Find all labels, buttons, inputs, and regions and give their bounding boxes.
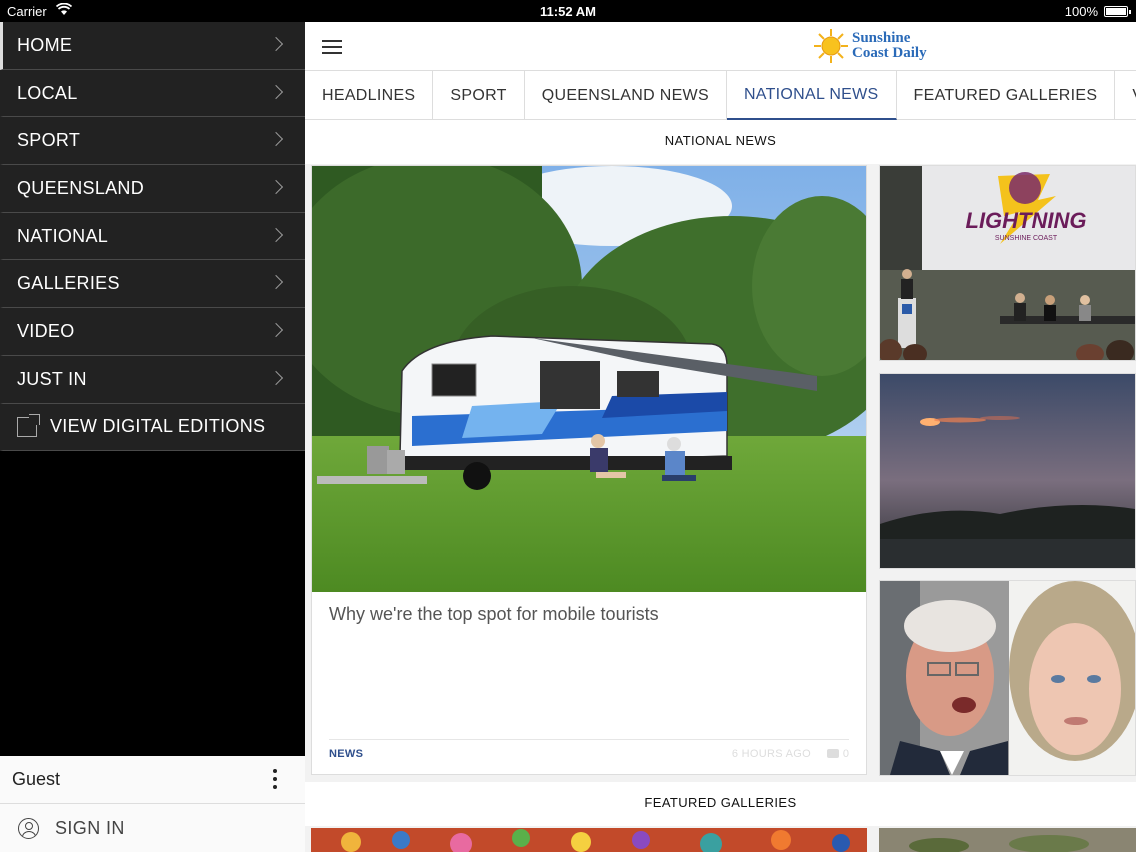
sidebar-item-sport[interactable]: SPORT	[0, 117, 305, 166]
chevron-right-icon	[268, 36, 284, 52]
article-tile[interactable]	[879, 580, 1136, 776]
featured-galleries-title: FEATURED GALLERIES	[305, 782, 1136, 826]
sidebar-item-local[interactable]: LOCAL	[0, 69, 305, 118]
sidebar-item-label: QUEENSLAND	[17, 177, 145, 198]
gallery-photo	[879, 828, 1136, 852]
clock: 11:52 AM	[540, 4, 596, 19]
sidebar-item-digital-editions[interactable]: VIEW DIGITAL EDITIONS	[0, 403, 305, 452]
sidebar-item-home[interactable]: HOME	[0, 22, 305, 70]
sidebar-item-video[interactable]: VIDEO	[0, 308, 305, 356]
comment-count: 0	[842, 748, 849, 760]
sign-in-button[interactable]: SIGN IN	[0, 804, 305, 852]
comment-icon	[827, 749, 839, 758]
logo-line-2: Coast Daily	[852, 45, 927, 61]
hero-headline[interactable]: Why we're the top spot for mobile touris…	[329, 604, 849, 625]
main-content: Sunshine Coast Daily HEADLINES SPORT QUE…	[305, 22, 1136, 852]
tab-headlines[interactable]: HEADLINES	[305, 71, 434, 120]
status-bar: Carrier 11:52 AM 100%	[0, 0, 1136, 22]
external-link-icon	[17, 413, 40, 437]
sidebar-item-label: LOCAL	[17, 82, 78, 103]
article-tile[interactable]: LIGHTNING SUNSHINE COAST	[879, 165, 1136, 361]
article-tile[interactable]	[879, 373, 1136, 569]
gallery-photo	[311, 828, 867, 852]
sidebar-item-label: VIEW DIGITAL EDITIONS	[50, 416, 266, 437]
chevron-right-icon	[268, 179, 284, 195]
sidebar-item-label: JUST IN	[17, 368, 87, 389]
sidebar-item-label: NATIONAL	[17, 225, 109, 246]
tab-sport[interactable]: SPORT	[433, 71, 525, 120]
hero-meta: NEWS 6 HOURS AGO 0	[329, 739, 849, 769]
section-title: NATIONAL NEWS	[305, 120, 1136, 164]
tab-bar: HEADLINES SPORT QUEENSLAND NEWS NATIONAL…	[305, 71, 1136, 120]
app-logo[interactable]: Sunshine Coast Daily	[812, 24, 927, 68]
sidebar: HOME LOCAL SPORT QUEENSLAND NATIONAL GAL…	[0, 22, 305, 852]
sidebar-item-national[interactable]: NATIONAL	[0, 212, 305, 261]
battery-percent: 100%	[1064, 4, 1098, 19]
politicians-photo	[880, 581, 1135, 775]
lightning-sub-text: SUNSHINE COAST	[995, 235, 1058, 242]
tab-queensland-news[interactable]: QUEENSLAND NEWS	[525, 71, 727, 120]
sidebar-item-queensland[interactable]: QUEENSLAND	[0, 165, 305, 213]
meteor-photo	[880, 374, 1135, 568]
sidebar-item-label: SPORT	[17, 130, 81, 151]
logo-line-1: Sunshine	[852, 30, 911, 46]
tab-featured-galleries[interactable]: FEATURED GALLERIES	[897, 71, 1116, 120]
chevron-right-icon	[268, 275, 284, 290]
chevron-right-icon	[268, 370, 284, 385]
sun-icon	[814, 29, 848, 63]
guest-row: Guest	[0, 756, 305, 804]
tab-national-news[interactable]: NATIONAL NEWS	[726, 71, 897, 120]
user-icon	[18, 817, 39, 839]
more-options-icon[interactable]	[273, 769, 277, 789]
sign-in-label: SIGN IN	[55, 817, 125, 838]
chevron-right-icon	[268, 323, 284, 338]
menu-icon[interactable]	[322, 40, 342, 54]
chevron-right-icon	[268, 227, 284, 242]
user-name: Guest	[12, 769, 61, 789]
tab-video[interactable]: VIDEO	[1115, 71, 1136, 120]
battery-icon	[1104, 6, 1131, 17]
gallery-tile[interactable]	[311, 828, 867, 852]
sidebar-item-just-in[interactable]: JUST IN	[0, 355, 305, 404]
hero-article-card[interactable]: Why we're the top spot for mobile touris…	[311, 165, 867, 775]
gallery-tile[interactable]	[879, 828, 1136, 852]
caravan-photo	[312, 166, 866, 592]
sidebar-item-label: GALLERIES	[17, 273, 120, 294]
sidebar-item-label: VIDEO	[17, 320, 75, 341]
user-panel: Guest SIGN IN	[0, 756, 305, 852]
sidebar-item-label: HOME	[17, 34, 73, 55]
chevron-right-icon	[268, 84, 284, 99]
top-bar: Sunshine Coast Daily	[305, 22, 1136, 71]
timestamp: 6 HOURS AGO	[731, 748, 811, 760]
sidebar-item-galleries[interactable]: GALLERIES	[0, 260, 305, 309]
press-conference-photo: LIGHTNING SUNSHINE COAST	[880, 166, 1135, 360]
category-label[interactable]: NEWS	[329, 748, 363, 760]
chevron-right-icon	[268, 132, 284, 147]
lightning-logo-text: LIGHTNING	[966, 208, 1087, 233]
